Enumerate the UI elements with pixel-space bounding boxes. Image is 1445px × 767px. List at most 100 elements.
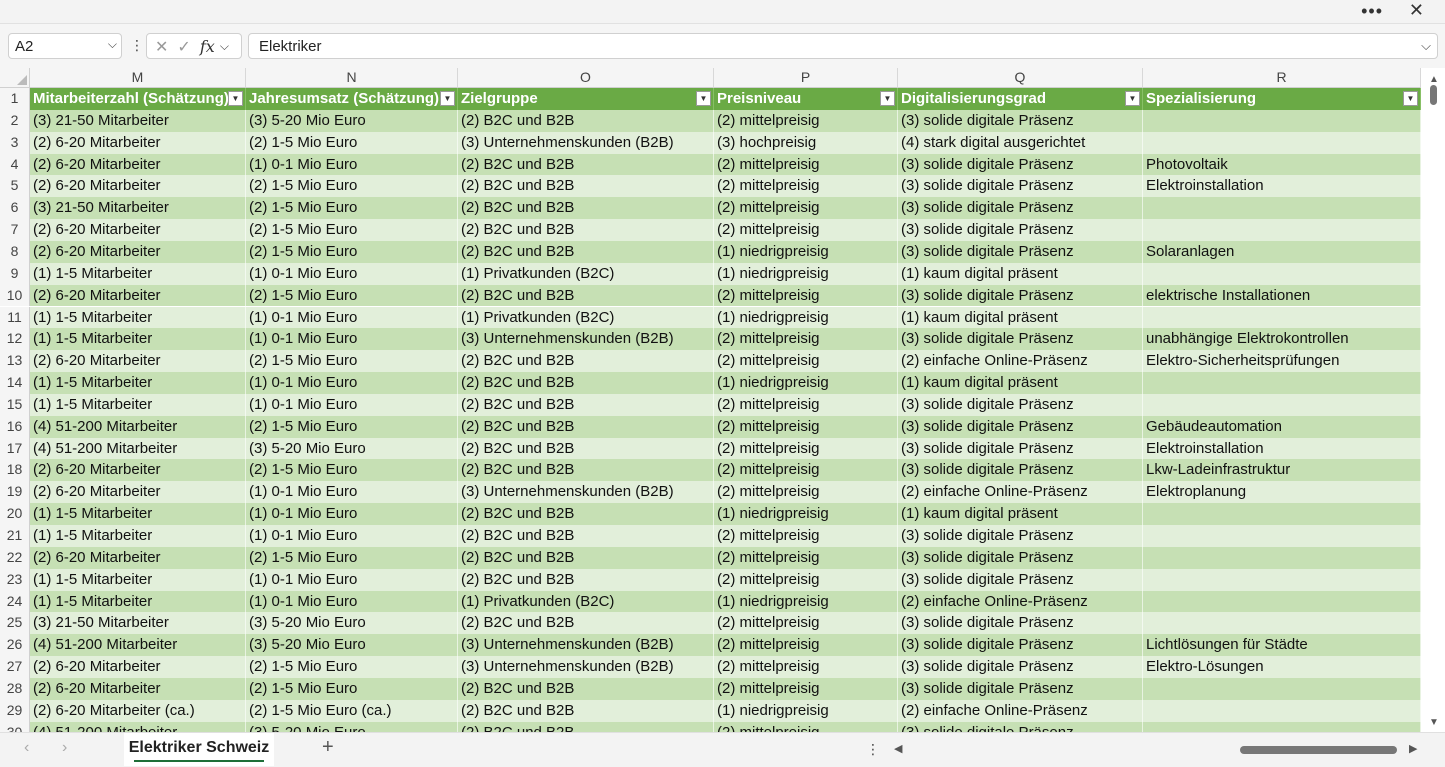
table-cell[interactable]: (2) 6-20 Mitarbeiter: [30, 459, 246, 482]
table-cell[interactable]: (1) 0-1 Mio Euro: [246, 306, 458, 329]
more-options-icon[interactable]: •••: [1361, 1, 1383, 22]
table-header-cell[interactable]: Preisniveau ▼: [714, 88, 898, 110]
table-header-cell[interactable]: Spezialisierung ▼: [1143, 88, 1421, 110]
table-cell[interactable]: [1143, 219, 1421, 241]
table-cell[interactable]: (2) einfache Online-Präsenz: [898, 350, 1143, 373]
row-header[interactable]: 24: [0, 590, 30, 613]
table-cell[interactable]: (1) 1-5 Mitarbeiter: [30, 372, 246, 394]
row-header[interactable]: 5: [0, 175, 30, 198]
table-cell[interactable]: (2) B2C und B2B: [458, 350, 714, 373]
table-cell[interactable]: Elektroinstallation: [1143, 175, 1421, 198]
row-header[interactable]: 12: [0, 328, 30, 351]
cancel-icon[interactable]: ✕: [155, 39, 168, 56]
table-cell[interactable]: (2) mittelpreisig: [714, 634, 898, 657]
filter-dropdown-icon[interactable]: ▼: [1125, 91, 1140, 106]
vertical-dots-icon[interactable]: ⋮: [866, 741, 880, 758]
table-header-cell[interactable]: Jahresumsatz (Schätzung) ▼: [246, 88, 458, 110]
row-header[interactable]: 9: [0, 262, 30, 285]
table-cell[interactable]: (2) B2C und B2B: [458, 219, 714, 241]
table-cell[interactable]: (2) B2C und B2B: [458, 240, 714, 263]
table-cell[interactable]: (2) 1-5 Mio Euro: [246, 197, 458, 220]
table-cell[interactable]: (1) Privatkunden (B2C): [458, 306, 714, 329]
table-cell[interactable]: (2) mittelpreisig: [714, 350, 898, 373]
table-cell[interactable]: (1) 0-1 Mio Euro: [246, 328, 458, 351]
table-cell[interactable]: (1) kaum digital präsent: [898, 306, 1143, 329]
scroll-thumb[interactable]: [1430, 85, 1437, 105]
table-cell[interactable]: (3) hochpreisig: [714, 131, 898, 154]
table-cell[interactable]: (1) 0-1 Mio Euro: [246, 481, 458, 504]
table-cell[interactable]: (1) 1-5 Mitarbeiter: [30, 328, 246, 351]
table-cell[interactable]: (2) B2C und B2B: [458, 284, 714, 307]
table-cell[interactable]: (2) mittelpreisig: [714, 612, 898, 635]
table-cell[interactable]: (2) 6-20 Mitarbeiter: [30, 350, 246, 373]
column-header[interactable]: O: [458, 68, 714, 88]
table-cell[interactable]: (2) 1-5 Mio Euro: [246, 350, 458, 373]
table-cell[interactable]: (2) 1-5 Mio Euro: [246, 284, 458, 307]
table-cell[interactable]: (2) B2C und B2B: [458, 525, 714, 547]
table-cell[interactable]: [1143, 568, 1421, 591]
table-cell[interactable]: (3) Unternehmenskunden (B2B): [458, 634, 714, 657]
table-cell[interactable]: (3) solide digitale Präsenz: [898, 109, 1143, 132]
table-cell[interactable]: [1143, 109, 1421, 132]
table-cell[interactable]: [1143, 546, 1421, 569]
table-cell[interactable]: (3) solide digitale Präsenz: [898, 677, 1143, 700]
row-header[interactable]: 10: [0, 284, 30, 307]
table-cell[interactable]: (3) solide digitale Präsenz: [898, 175, 1143, 198]
sheet-tab-active[interactable]: Elektriker Schweiz: [124, 733, 274, 766]
table-header-cell[interactable]: Digitalisierungsgrad ▼: [898, 88, 1143, 110]
table-cell[interactable]: (1) 0-1 Mio Euro: [246, 503, 458, 525]
confirm-icon[interactable]: ✓: [177, 39, 190, 56]
spreadsheet-grid[interactable]: M N O P Q R 1 Mitarbeiterzahl (Schätzung) ▼ Jahre…: [0, 68, 1445, 732]
row-header[interactable]: 7: [0, 219, 30, 241]
table-cell[interactable]: (3) solide digitale Präsenz: [898, 153, 1143, 176]
table-cell[interactable]: (1) 0-1 Mio Euro: [246, 525, 458, 547]
table-cell[interactable]: (3) solide digitale Präsenz: [898, 197, 1143, 220]
table-cell[interactable]: (2) 1-5 Mio Euro: [246, 677, 458, 700]
table-cell[interactable]: (2) B2C und B2B: [458, 437, 714, 460]
row-header[interactable]: 4: [0, 153, 30, 176]
table-cell[interactable]: (3) solide digitale Präsenz: [898, 525, 1143, 547]
table-cell[interactable]: Photovoltaik: [1143, 153, 1421, 176]
table-cell[interactable]: (3) solide digitale Präsenz: [898, 634, 1143, 657]
table-header-cell[interactable]: Zielgruppe ▼: [458, 88, 714, 110]
row-header[interactable]: 3: [0, 131, 30, 154]
table-cell[interactable]: [1143, 306, 1421, 329]
table-cell[interactable]: [1143, 372, 1421, 394]
table-cell[interactable]: (3) solide digitale Präsenz: [898, 328, 1143, 351]
table-cell[interactable]: (2) einfache Online-Präsenz: [898, 590, 1143, 613]
name-box[interactable]: A2 ⌵: [8, 33, 122, 59]
table-cell[interactable]: Lichtlösungen für Städte: [1143, 634, 1421, 657]
table-cell[interactable]: (1) 0-1 Mio Euro: [246, 393, 458, 416]
table-cell[interactable]: (2) 6-20 Mitarbeiter: [30, 677, 246, 700]
filter-dropdown-icon[interactable]: ▼: [228, 91, 243, 106]
table-cell[interactable]: [1143, 131, 1421, 154]
table-cell[interactable]: (3) solide digitale Präsenz: [898, 546, 1143, 569]
table-cell[interactable]: (3) solide digitale Präsenz: [898, 568, 1143, 591]
table-cell[interactable]: elektrische Installationen: [1143, 284, 1421, 307]
row-header[interactable]: 29: [0, 699, 30, 722]
formula-input[interactable]: Elektriker ⌵: [248, 33, 1438, 59]
table-cell[interactable]: (2) 1-5 Mio Euro: [246, 131, 458, 154]
table-cell[interactable]: (2) mittelpreisig: [714, 219, 898, 241]
horizontal-scroll-thumb[interactable]: [1240, 746, 1397, 754]
table-cell[interactable]: (2) 1-5 Mio Euro: [246, 459, 458, 482]
table-cell[interactable]: (2) einfache Online-Präsenz: [898, 481, 1143, 504]
table-cell[interactable]: (2) 1-5 Mio Euro (ca.): [246, 699, 458, 722]
table-cell[interactable]: Gebäudeautomation: [1143, 415, 1421, 438]
table-cell[interactable]: Elektro-Lösungen: [1143, 656, 1421, 678]
table-cell[interactable]: (2) einfache Online-Präsenz: [898, 699, 1143, 722]
insert-function-icon[interactable]: fx: [200, 37, 215, 56]
row-header[interactable]: 22: [0, 546, 30, 569]
table-cell[interactable]: (3) 21-50 Mitarbeiter: [30, 109, 246, 132]
filter-dropdown-icon[interactable]: ▼: [440, 91, 455, 106]
filter-dropdown-icon[interactable]: ▼: [696, 91, 711, 106]
table-cell[interactable]: (1) 1-5 Mitarbeiter: [30, 393, 246, 416]
table-cell[interactable]: (2) 6-20 Mitarbeiter: [30, 284, 246, 307]
table-cell[interactable]: (1) niedrigpreisig: [714, 699, 898, 722]
table-cell[interactable]: unabhängige Elektrokontrollen: [1143, 328, 1421, 351]
table-cell[interactable]: (2) mittelpreisig: [714, 546, 898, 569]
table-cell[interactable]: (2) 6-20 Mitarbeiter: [30, 481, 246, 504]
table-cell[interactable]: (2) B2C und B2B: [458, 372, 714, 394]
vertical-dots-icon[interactable]: ⋮: [130, 37, 144, 54]
row-header[interactable]: 26: [0, 634, 30, 657]
